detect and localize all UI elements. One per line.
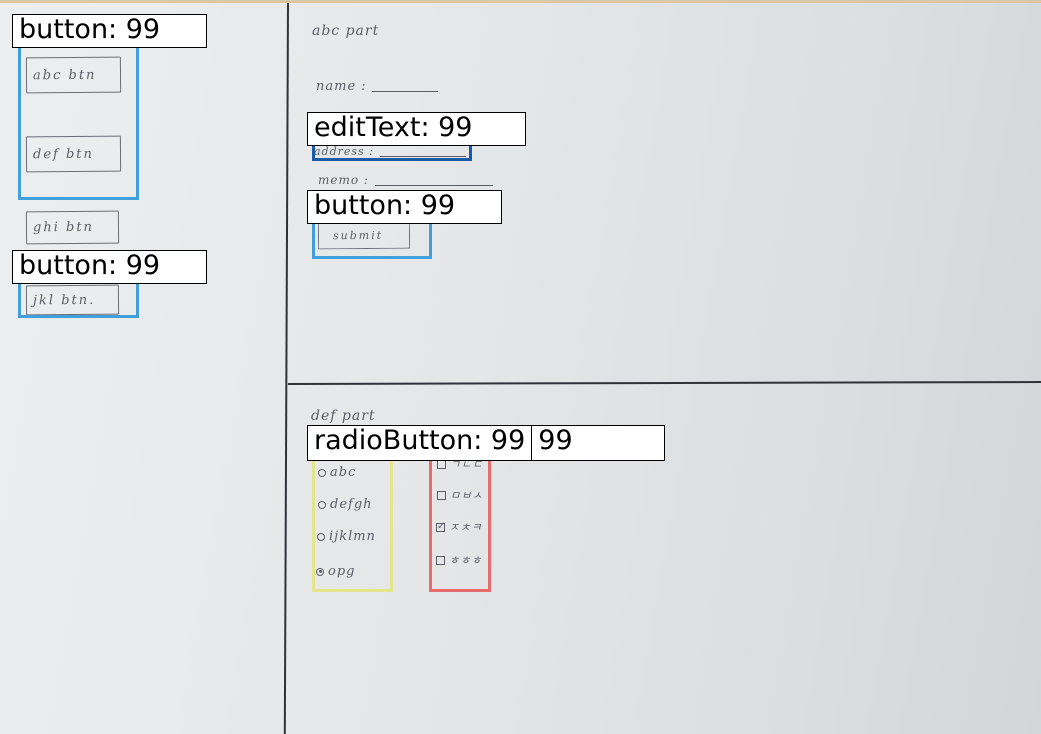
- def-part-title: def part: [311, 408, 376, 424]
- detection-label-text: button: 99: [19, 14, 161, 45]
- detection-box-submit: [312, 221, 432, 259]
- vertical-divider: [283, 3, 289, 734]
- detection-label-edittext: editText: 99: [307, 112, 526, 146]
- detection-label-text: 99: [531, 426, 573, 460]
- name-label: name :: [316, 79, 367, 94]
- sketch-paper: abc btn def btn ghi btn jkl btn. abc par…: [0, 0, 1041, 734]
- horizontal-divider: [287, 381, 1041, 385]
- detection-label-submit: button: 99: [307, 190, 502, 224]
- memo-label: memo :: [318, 173, 369, 187]
- detection-label-radio-checkbox: radioButton: 99 99: [307, 425, 665, 461]
- detection-label-text: button: 99: [314, 190, 456, 221]
- detection-box-button-top: [18, 43, 139, 200]
- name-field[interactable]: [372, 91, 438, 93]
- detection-box-checkbox-group: [429, 455, 491, 592]
- detection-label-button-bottom: button: 99: [12, 250, 207, 284]
- detection-label-button-top: button: 99: [12, 14, 207, 48]
- memo-field[interactable]: [375, 185, 493, 187]
- ghi-button[interactable]: ghi btn: [25, 210, 120, 245]
- detection-box-radio-group: [312, 455, 393, 592]
- abc-part-title: abc part: [312, 23, 380, 39]
- detection-label-text: radioButton: 99: [314, 425, 526, 456]
- detection-label-text: editText: 99: [314, 112, 473, 143]
- detection-label-text: button: 99: [19, 250, 161, 281]
- detection-box-button-bottom: [18, 279, 139, 318]
